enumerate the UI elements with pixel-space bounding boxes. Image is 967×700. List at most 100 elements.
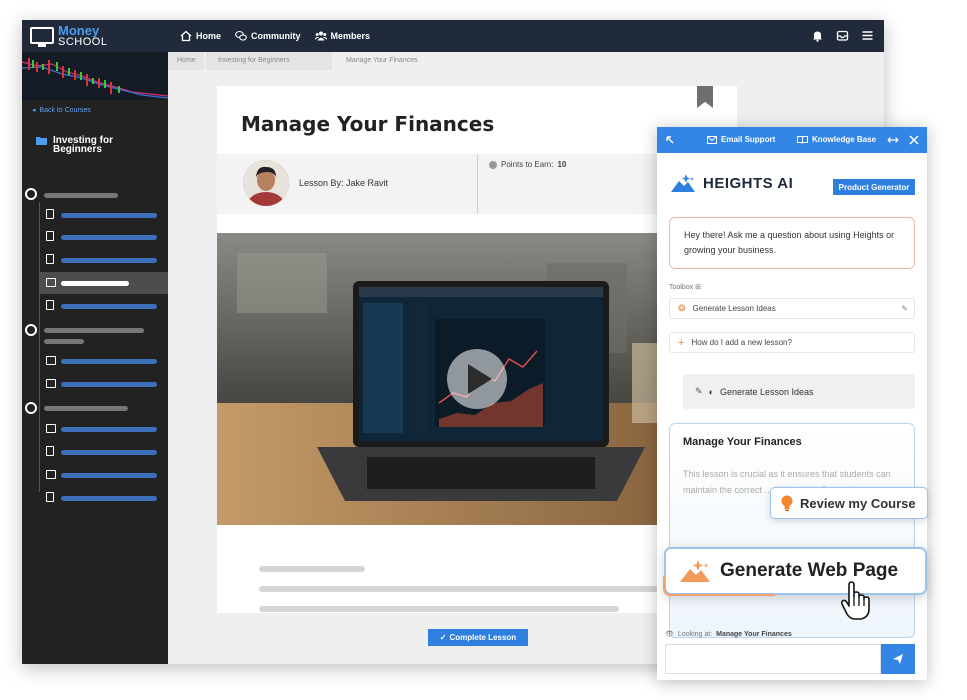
brain-icon: ❂ bbox=[678, 303, 686, 313]
send-button[interactable] bbox=[881, 644, 915, 674]
document-icon bbox=[46, 231, 54, 241]
nav-home-label: Home bbox=[196, 31, 222, 41]
lesson-item[interactable] bbox=[40, 487, 168, 509]
breadcrumb-home[interactable]: Home bbox=[177, 57, 196, 64]
gift-icon: ⊞ bbox=[695, 284, 701, 291]
looking-at-value: Manage Your Finances bbox=[716, 630, 792, 638]
section-title-placeholder bbox=[44, 193, 118, 198]
chat-bubbles-icon bbox=[235, 30, 247, 41]
course-title-text: Investing for Beginners bbox=[53, 135, 114, 155]
email-support-label: Email Support bbox=[721, 135, 776, 144]
lesson-item[interactable] bbox=[40, 464, 168, 486]
hamburger-menu-icon[interactable] bbox=[861, 29, 874, 42]
monitor-icon bbox=[30, 27, 54, 44]
tool-1-label: Generate Lesson Ideas bbox=[692, 304, 776, 313]
breadcrumb: Home Investing for Beginners Manage Your… bbox=[168, 52, 884, 70]
back-to-courses-link[interactable]: ◂ Back to Courses bbox=[32, 106, 91, 114]
email-support-link[interactable]: Email Support bbox=[707, 135, 775, 144]
lesson-video[interactable] bbox=[217, 233, 657, 525]
generate-lesson-ideas-button[interactable]: ✎ ◐ Generate Lesson Ideas bbox=[683, 374, 915, 409]
toolbox-label: Toolbox ⊞ bbox=[669, 284, 701, 291]
course-thumbnail bbox=[22, 52, 168, 100]
lesson-item[interactable] bbox=[40, 350, 168, 372]
text-placeholder bbox=[259, 606, 619, 612]
lesson-item[interactable] bbox=[40, 226, 168, 248]
knowledge-base-link[interactable]: Knowledge Base bbox=[797, 135, 876, 144]
send-icon bbox=[893, 654, 903, 664]
knowledge-base-label: Knowledge Base bbox=[812, 135, 877, 144]
close-icon[interactable] bbox=[909, 135, 919, 145]
course-sidebar: ◂ Back to Courses Investing for Beginner… bbox=[22, 52, 168, 664]
nav-home[interactable]: Home bbox=[180, 30, 221, 42]
video-thumbnail bbox=[217, 233, 657, 525]
document-icon bbox=[46, 446, 54, 456]
generate-web-label: Generate Web Page bbox=[720, 560, 899, 581]
magic-wand-icon: ✎ bbox=[695, 386, 703, 396]
generate-button-label: Generate Lesson Ideas bbox=[719, 386, 814, 397]
brain-icon: ◐ bbox=[708, 386, 714, 397]
lesson-item-active[interactable] bbox=[40, 272, 168, 294]
breadcrumb-course[interactable]: Investing for Beginners bbox=[218, 57, 290, 64]
money-school-logo[interactable]: Money SCHOOL bbox=[30, 23, 160, 50]
inbox-icon[interactable] bbox=[836, 29, 849, 42]
complete-lesson-label: Complete Lesson bbox=[449, 633, 517, 642]
section-title-placeholder bbox=[44, 328, 144, 333]
document-icon bbox=[46, 209, 54, 219]
section-toggle-1[interactable] bbox=[25, 188, 37, 200]
points-to-earn: Points to Earn: 10 bbox=[489, 160, 566, 169]
top-right-actions bbox=[811, 29, 874, 42]
product-generator-button[interactable]: Product Generator bbox=[833, 179, 915, 195]
nav-community[interactable]: Community bbox=[235, 30, 301, 42]
text-placeholder bbox=[259, 586, 659, 592]
magic-wand-icon[interactable]: ✎ bbox=[901, 304, 908, 313]
video-icon bbox=[46, 278, 56, 287]
tool-2-label: How do I add a new lesson? bbox=[691, 338, 792, 347]
folder-icon bbox=[36, 137, 47, 145]
envelope-icon bbox=[707, 135, 717, 144]
document-icon bbox=[46, 492, 54, 502]
heights-ai-brand: HEIGHTS AI bbox=[671, 174, 793, 192]
ai-chat-input[interactable] bbox=[665, 644, 881, 674]
brand-name: HEIGHTS AI bbox=[703, 174, 794, 192]
tool-generate-lesson-ideas[interactable]: ❂ Generate Lesson Ideas ✎ bbox=[669, 298, 915, 319]
nav-members-label: Members bbox=[330, 31, 371, 41]
expand-horizontal-icon[interactable] bbox=[887, 136, 899, 144]
lesson-item[interactable] bbox=[40, 249, 168, 271]
section-toggle-2[interactable] bbox=[25, 324, 37, 336]
review-label: Review my Course bbox=[800, 495, 916, 511]
hand-cursor-icon bbox=[840, 581, 870, 620]
tool-add-new-lesson[interactable]: + How do I add a new lesson? bbox=[669, 332, 915, 353]
section-title-placeholder bbox=[44, 406, 128, 411]
bell-icon[interactable] bbox=[811, 29, 824, 42]
main-nav: Home Community Members bbox=[180, 20, 370, 52]
review-my-course-button[interactable]: Review my Course bbox=[770, 487, 928, 519]
breadcrumb-current: Manage Your Finances bbox=[346, 57, 418, 64]
points-value: 10 bbox=[557, 160, 567, 169]
video-icon bbox=[46, 424, 56, 433]
book-icon bbox=[797, 135, 808, 144]
looking-at-context: 👁 Looking at: Manage Your Finances bbox=[665, 630, 792, 639]
members-icon bbox=[314, 31, 327, 41]
top-navbar: Money SCHOOL Home Community Members bbox=[22, 20, 884, 52]
check-icon: ✓ bbox=[439, 633, 447, 642]
section-toggle-3[interactable] bbox=[25, 402, 37, 414]
bookmark-icon[interactable] bbox=[697, 86, 713, 108]
lesson-item[interactable] bbox=[40, 418, 168, 440]
lesson-item[interactable] bbox=[40, 295, 168, 317]
nav-community-label: Community bbox=[251, 31, 301, 41]
lesson-item[interactable] bbox=[40, 441, 168, 463]
sparkle-mountain-icon bbox=[680, 560, 710, 582]
nav-members[interactable]: Members bbox=[314, 30, 371, 42]
collapse-arrow-icon[interactable] bbox=[665, 135, 675, 145]
generate-web-page-button[interactable]: Generate Web Page bbox=[663, 547, 927, 596]
lesson-item[interactable] bbox=[40, 373, 168, 395]
home-icon bbox=[180, 30, 192, 42]
lesson-item[interactable] bbox=[40, 204, 168, 226]
complete-lesson-button[interactable]: ✓ Complete Lesson bbox=[428, 629, 528, 646]
author-avatar bbox=[243, 160, 289, 206]
preview-title: Manage Your Finances bbox=[683, 436, 802, 448]
points-label: Points to Earn: bbox=[501, 160, 554, 169]
back-to-courses-label: Back to Courses bbox=[39, 107, 91, 114]
logo-text-school: SCHOOL bbox=[58, 36, 108, 48]
sparkle-mountain-icon bbox=[671, 174, 695, 192]
